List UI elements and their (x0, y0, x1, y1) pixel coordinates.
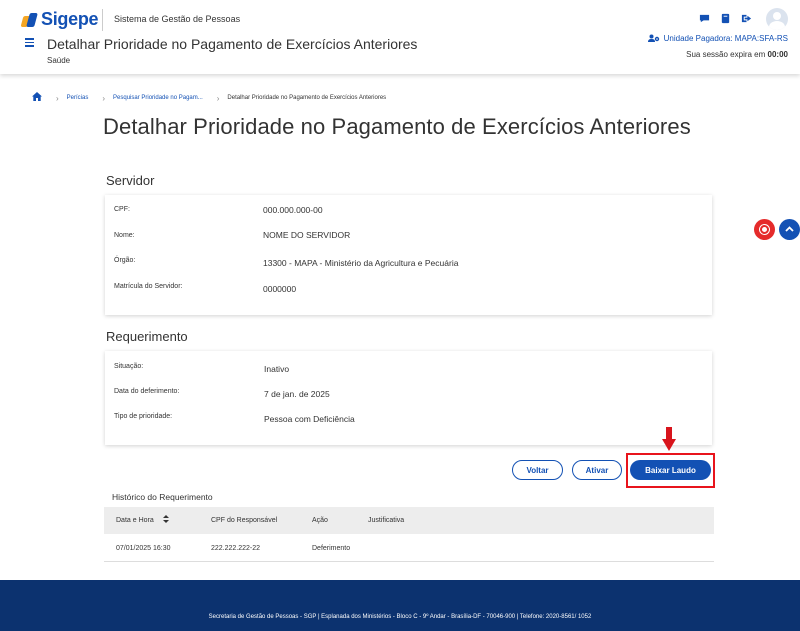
logo-text: Sigepe (41, 9, 99, 29)
field-label: CPF: (114, 206, 130, 213)
field-value: 13300 - MAPA - Ministério da Agricultura… (263, 258, 459, 268)
help-float-button[interactable] (754, 219, 775, 240)
top-header: Sigepe Sistema de Gestão de Pessoas Deta… (0, 0, 800, 74)
column-header[interactable]: Data e Hora (116, 507, 169, 534)
chevron-right-icon: › (102, 93, 106, 103)
logo-mark-icon (20, 12, 38, 28)
field-label: Matrícula do Servidor: (114, 283, 183, 290)
scroll-top-button[interactable] (779, 219, 800, 240)
table-cell: Deferimento (312, 545, 351, 552)
footer-text: Secretaria de Gestão de Pessoas - SGP | … (208, 614, 592, 620)
field-value: 000.000.000-00 (263, 205, 323, 215)
field-label: Data do deferimento: (114, 388, 180, 395)
chevron-right-icon: › (56, 93, 59, 103)
header-page-subtitle: Saúde (47, 56, 71, 65)
field-label: Nome: (114, 232, 135, 239)
sort-icon (162, 515, 169, 523)
field-value: Inativo (264, 364, 290, 374)
historico-table: Data e Hora CPF do Responsável Ação Just… (104, 507, 714, 562)
logout-icon[interactable] (740, 13, 752, 25)
field-value: 7 de jan. de 2025 (264, 389, 330, 399)
system-name: Sistema de Gestão de Pessoas (114, 14, 241, 24)
table-header: Data e Hora CPF do Responsável Ação Just… (104, 507, 714, 534)
breadcrumb: › Perícias › Pesquisar Prioridade no Pag… (32, 92, 386, 104)
column-header: CPF do Responsável (211, 517, 278, 524)
requerimento-card: Situação: Inativo Data do deferimento: 7… (105, 351, 712, 445)
field-label: Órgão: (114, 257, 136, 264)
servidor-card: CPF: 000.000.000-00 Nome: NOME DO SERVID… (105, 195, 712, 315)
menu-icon[interactable] (25, 38, 34, 47)
header-divider (102, 9, 103, 31)
requerimento-section-title: Requerimento (106, 329, 188, 344)
header-page-title: Detalhar Prioridade no Pagamento de Exer… (47, 36, 418, 52)
lifebuoy-icon (760, 225, 769, 234)
ativar-button[interactable]: Ativar (572, 460, 622, 480)
column-header-label: Data e Hora (116, 517, 154, 524)
table-row: 07/01/2025 16:30 222.222.222-22 Deferime… (104, 534, 714, 562)
session-time: 00:00 (767, 50, 788, 59)
voltar-button[interactable]: Voltar (512, 460, 563, 480)
field-label: Situação: (114, 363, 144, 370)
home-icon[interactable] (32, 92, 42, 104)
session-prefix: Sua sessão expira em (686, 50, 766, 59)
historico-title: Histórico do Requerimento (112, 492, 213, 502)
users-gear-icon (647, 34, 659, 42)
unidade-pagadora[interactable]: Unidade Pagadora: MAPA:SFA-RS (647, 34, 788, 43)
table-cell: 222.222.222-22 (211, 545, 261, 552)
breadcrumb-pericias[interactable]: Perícias (67, 95, 89, 101)
sigepe-logo[interactable]: Sigepe (20, 9, 99, 30)
field-label: Tipo de prioridade: (114, 413, 173, 420)
page-title: Detalhar Prioridade no Pagamento de Exer… (103, 114, 691, 139)
servidor-section-title: Servidor (106, 173, 155, 188)
table-cell: 07/01/2025 16:30 (116, 545, 171, 552)
column-header: Justificativa (368, 517, 405, 524)
chevron-up-icon (785, 226, 794, 232)
avatar[interactable] (766, 8, 788, 30)
chevron-right-icon: › (216, 93, 220, 103)
field-value: NOME DO SERVIDOR (263, 230, 351, 240)
highlight-box (626, 453, 715, 488)
chat-icon[interactable] (698, 13, 710, 25)
footer (0, 580, 800, 631)
header-icons (698, 13, 752, 25)
session-timer: Sua sessão expira em 00:00 (686, 50, 788, 59)
breadcrumb-pesquisar[interactable]: Pesquisar Prioridade no Pagam... (113, 95, 203, 101)
column-header: Ação (312, 517, 328, 524)
breadcrumb-current: Detalhar Prioridade no Pagamento de Exer… (227, 95, 387, 101)
unidade-pagadora-label: Unidade Pagadora: MAPA:SFA-RS (663, 34, 788, 43)
field-value: Pessoa com Deficiência (264, 414, 355, 424)
arrow-down-icon (662, 427, 676, 451)
field-value: 0000000 (263, 284, 297, 294)
book-icon[interactable] (719, 13, 731, 25)
